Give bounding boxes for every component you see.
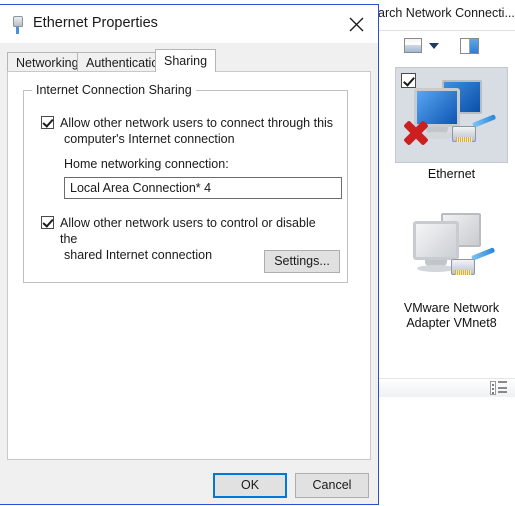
rj45-body [452, 126, 476, 142]
ok-button[interactable]: OK [213, 473, 287, 498]
chevron-down-icon[interactable] [429, 43, 439, 49]
groupbox-label: Internet Connection Sharing [32, 83, 196, 97]
allow-connect-line2: computer's Internet connection [64, 132, 235, 146]
ethernet-properties-dialog: Ethernet Properties Networking Authentic… [0, 4, 379, 505]
dialog-title: Ethernet Properties [33, 15, 158, 31]
settings-button[interactable]: Settings... [264, 250, 340, 273]
network-cable [471, 247, 496, 261]
network-connection-icon [395, 67, 508, 163]
network-cable [472, 114, 497, 128]
cancel-button[interactable]: Cancel [295, 473, 369, 498]
rj45-pins [456, 137, 472, 142]
allow-control-checkbox[interactable] [41, 216, 54, 229]
explorer-toolbar [378, 31, 515, 64]
list-item-label: VMware Network Adapter VMnet8 [403, 301, 500, 330]
view-layout-icon[interactable] [404, 38, 422, 53]
list-item-vmnet8[interactable]: VMware Network Adapter VMnet8 [395, 201, 508, 331]
network-plug-icon [12, 16, 24, 34]
allow-connect-checkbox[interactable] [41, 116, 54, 129]
dialog-titlebar[interactable]: Ethernet Properties [0, 5, 378, 43]
tabstrip: Networking Authentication Sharing [7, 49, 371, 72]
list-item-label: Ethernet [427, 167, 476, 181]
rj45-body [451, 259, 475, 275]
allow-connect-label: Allow other network users to connect thr… [60, 115, 335, 147]
monitor-base [417, 265, 455, 272]
preview-pane-icon[interactable] [460, 38, 479, 54]
preview-pane-right [469, 39, 478, 53]
error-x-icon [402, 118, 430, 146]
tab-networking[interactable]: Networking [7, 52, 88, 72]
item-select-checkbox[interactable] [401, 73, 416, 88]
sharing-tab-panel: Internet Connection Sharing Allow other … [7, 71, 371, 460]
rj45-pins [455, 270, 471, 275]
rj45-connector-icon [451, 247, 496, 276]
details-pane-line [498, 381, 507, 383]
list-item-ethernet[interactable]: Ethernet [395, 67, 508, 182]
tab-sharing[interactable]: Sharing [155, 49, 217, 72]
close-icon [349, 17, 363, 31]
allow-connect-line1: Allow other network users to connect thr… [60, 116, 334, 130]
allow-control-line1: Allow other network users to control or … [60, 216, 316, 246]
plug-pin [16, 27, 19, 34]
dialog-button-bar: OK Cancel [0, 473, 379, 506]
network-adapter-icon [395, 201, 508, 297]
details-pane-line [498, 387, 507, 389]
close-button[interactable] [334, 5, 378, 43]
home-networking-input[interactable] [64, 177, 342, 199]
details-pane-icon[interactable] [490, 381, 507, 395]
preview-pane-left [461, 39, 470, 53]
search-input[interactable]: arch Network Connecti... [378, 6, 515, 20]
plug-head [13, 16, 23, 27]
network-connections-window: arch Network Connecti... Ethernet VMware… [378, 0, 515, 505]
details-pane-box [490, 381, 496, 395]
home-networking-label: Home networking connection: [64, 157, 229, 171]
connections-list: Ethernet VMware Network Adapter VMnet8 [378, 63, 515, 505]
monitor-front-icon [413, 221, 459, 260]
status-bar [378, 378, 515, 397]
rj45-connector-icon [452, 114, 497, 143]
internet-connection-sharing-group: Internet Connection Sharing Allow other … [23, 83, 348, 283]
details-pane-line [498, 391, 507, 393]
search-bar: arch Network Connecti... [378, 0, 515, 31]
